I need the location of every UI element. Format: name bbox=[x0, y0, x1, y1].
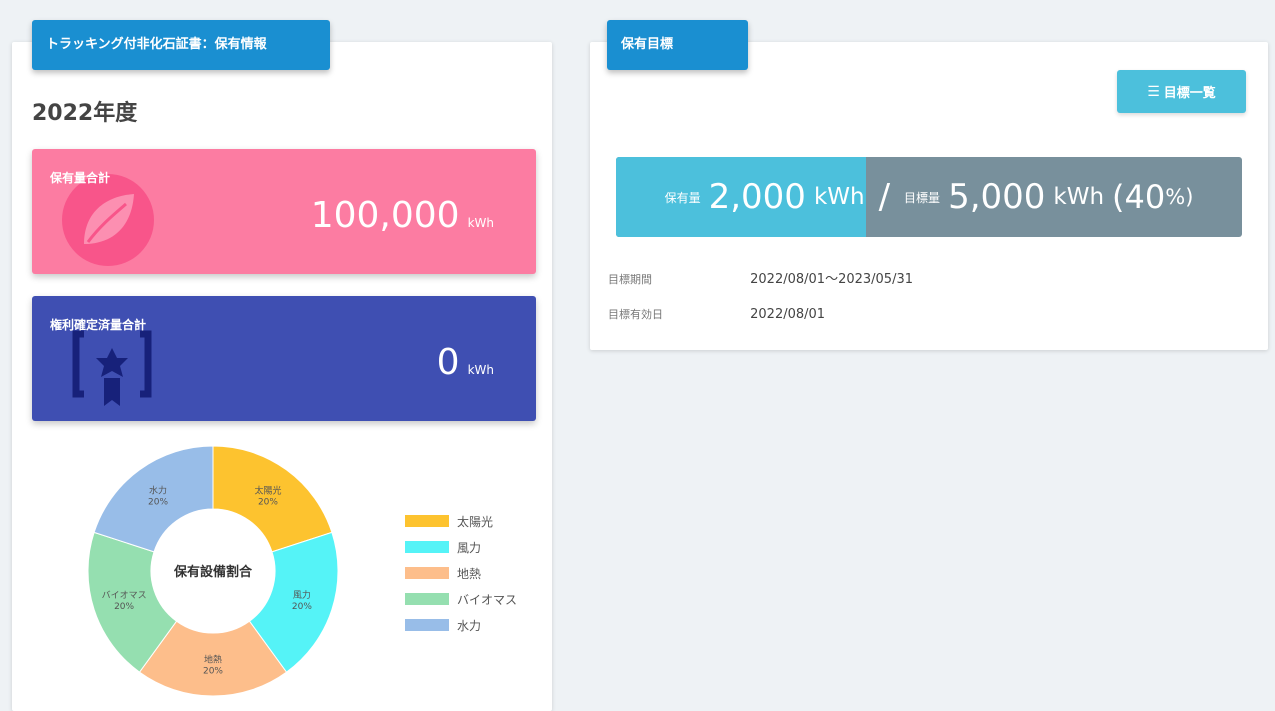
holding-total-tile: 保有量合計 100,000 kWh bbox=[32, 149, 536, 274]
held-label: 保有量 bbox=[664, 190, 701, 205]
list-icon: ☰ bbox=[1147, 83, 1160, 100]
holding-target-header: 保有目標 bbox=[607, 20, 748, 70]
target-period-row: 目標期間 2022/08/01～2023/05/31 bbox=[608, 268, 913, 287]
confirmed-total-value-wrap: 0 kWh bbox=[437, 342, 494, 383]
target-label: 目標量 bbox=[904, 190, 941, 205]
legend-label: 太陽光 bbox=[457, 514, 494, 529]
confirmed-total-label: 権利確定済量合計 bbox=[50, 318, 147, 332]
donut-center-label: 保有設備割合 bbox=[173, 564, 253, 580]
legend-swatch bbox=[405, 593, 449, 605]
target-period-value: 2022/08/01～2023/05/31 bbox=[750, 272, 913, 287]
target-unit: kWh bbox=[1053, 184, 1105, 210]
held-value: 2,000 bbox=[708, 177, 806, 217]
slice-name-label: 太陽光 bbox=[254, 484, 281, 496]
confirmed-total-unit: kWh bbox=[467, 363, 494, 377]
fiscal-year: 2022年度 bbox=[32, 101, 138, 126]
separator: / bbox=[878, 177, 891, 217]
chart-legend: 太陽光風力地熱バイオマス水力 bbox=[405, 508, 517, 638]
confirmed-total-tile: 権利確定済量合計 0 kWh bbox=[32, 296, 536, 421]
slice-name-label: 水力 bbox=[149, 484, 167, 496]
slice-percent-label: 20% bbox=[292, 602, 312, 612]
legend-item[interactable]: バイオマス bbox=[405, 586, 517, 612]
legend-swatch bbox=[405, 515, 449, 527]
holding-total-label: 保有量合計 bbox=[50, 171, 111, 185]
slice-percent-label: 20% bbox=[114, 602, 134, 612]
slice-name-label: 風力 bbox=[293, 589, 311, 601]
legend-item[interactable]: 風力 bbox=[405, 534, 517, 560]
holding-total-unit: kWh bbox=[467, 216, 494, 230]
legend-label: 地熱 bbox=[457, 566, 482, 581]
certificate-icon bbox=[72, 330, 152, 406]
target-effective-label: 目標有効日 bbox=[608, 308, 663, 321]
holding-info-header: トラッキング付非化石証書：保有情報 bbox=[32, 20, 330, 70]
holding-total-value-wrap: 100,000 kWh bbox=[311, 195, 494, 236]
progress-percent-sign: %) bbox=[1165, 185, 1194, 209]
legend-item[interactable]: 水力 bbox=[405, 612, 517, 638]
legend-label: バイオマス bbox=[457, 592, 518, 607]
progress-text: 保有量 2,000 kWh / 目標量 5,000 kWh (40%) bbox=[616, 157, 1242, 237]
held-unit: kWh bbox=[813, 184, 865, 210]
target-list-label: 目標一覧 bbox=[1163, 86, 1216, 101]
slice-percent-label: 20% bbox=[258, 497, 278, 507]
target-progress-bar: 保有量 2,000 kWh / 目標量 5,000 kWh (40%) bbox=[616, 157, 1242, 237]
legend-swatch bbox=[405, 619, 449, 631]
target-effective-row: 目標有効日 2022/08/01 bbox=[608, 306, 825, 322]
legend-label: 風力 bbox=[457, 540, 482, 555]
legend-swatch bbox=[405, 541, 449, 553]
target-period-label: 目標期間 bbox=[608, 273, 652, 286]
progress-percent: (40 bbox=[1112, 178, 1166, 216]
target-list-button[interactable]: ☰ 目標一覧 bbox=[1117, 70, 1246, 113]
legend-swatch bbox=[405, 567, 449, 579]
target-effective-value: 2022/08/01 bbox=[750, 307, 826, 322]
slice-name-label: 地熱 bbox=[204, 654, 222, 666]
holding-total-value: 100,000 bbox=[310, 195, 460, 236]
slice-percent-label: 20% bbox=[203, 667, 223, 677]
legend-item[interactable]: 太陽光 bbox=[405, 508, 517, 534]
legend-label: 水力 bbox=[457, 618, 482, 633]
confirmed-total-value: 0 bbox=[436, 342, 460, 383]
slice-name-label: バイオマス bbox=[102, 590, 147, 601]
leaf-icon bbox=[62, 174, 154, 266]
target-value: 5,000 bbox=[948, 177, 1046, 217]
facility-share-donut-chart: 太陽光20%風力20%地熱20%バイオマス20%水力20%保有設備割合 bbox=[87, 445, 339, 697]
legend-item[interactable]: 地熱 bbox=[405, 560, 517, 586]
slice-percent-label: 20% bbox=[148, 497, 168, 507]
